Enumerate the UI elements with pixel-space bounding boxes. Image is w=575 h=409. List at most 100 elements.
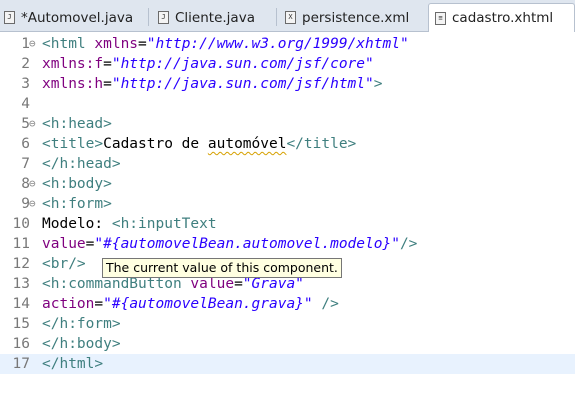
xml-file-icon: X bbox=[285, 11, 296, 24]
code-line[interactable]: 1 ⊖ <html xmlns="http://www.w3.org/1999/xh… bbox=[0, 34, 575, 54]
code-token: xmlns bbox=[94, 36, 139, 52]
code-line[interactable]: 15 </h:form> bbox=[0, 314, 575, 334]
code-line[interactable]: 2 xmlns:f="http://java.sun.com/jsf/core" bbox=[0, 54, 575, 74]
code-text: <title>Cadastro de automóvel</title> bbox=[42, 134, 356, 154]
line-number: 16 bbox=[12, 336, 30, 352]
code-text: Modelo: <h:inputText bbox=[42, 214, 217, 234]
code-token: value bbox=[190, 276, 235, 292]
code-line[interactable]: 9 ⊖ <h:form> bbox=[0, 194, 575, 214]
code-line[interactable]: 4 bbox=[0, 94, 575, 114]
tab-separator bbox=[276, 8, 277, 26]
code-token: <html bbox=[42, 36, 95, 52]
code-text: <h:form> bbox=[42, 194, 112, 214]
code-token: </h:body> bbox=[42, 336, 121, 352]
code-line[interactable]: 14 action="#{automovelBean.grava}" /> bbox=[0, 294, 575, 314]
editor-tab-bar: J *Automovel.java J Cliente.java X persi… bbox=[0, 0, 575, 32]
code-token: <h:form> bbox=[42, 196, 112, 212]
code-token: > bbox=[373, 76, 383, 92]
code-line[interactable]: 5 ⊖ <h:head> bbox=[0, 114, 575, 134]
code-token: "http://java.sun.com/jsf/core" bbox=[111, 56, 374, 72]
fold-toggle-icon[interactable]: ⊖ bbox=[29, 34, 41, 54]
code-token: <h:body> bbox=[42, 176, 112, 192]
line-number: 8 bbox=[21, 176, 30, 192]
code-token: value bbox=[42, 236, 86, 252]
line-number: 5 bbox=[21, 116, 30, 132]
code-token: = bbox=[103, 56, 112, 72]
code-token: automóvel bbox=[207, 136, 287, 152]
fold-toggle-icon[interactable]: ⊖ bbox=[29, 114, 41, 134]
code-line[interactable]: 10 Modelo: <h:inputText bbox=[0, 214, 575, 234]
line-number: 6 bbox=[21, 136, 30, 152]
code-token: Modelo: bbox=[42, 216, 112, 232]
line-number: 7 bbox=[21, 156, 30, 172]
code-token: <h:commandButton bbox=[42, 276, 191, 292]
java-file-icon: J bbox=[4, 11, 15, 24]
code-token: <title> bbox=[42, 136, 104, 152]
tab-separator bbox=[148, 8, 149, 26]
code-token: "http://www.w3.org/1999/xhtml" bbox=[146, 36, 409, 52]
code-token: <br/> bbox=[42, 256, 86, 272]
code-token: = bbox=[138, 36, 147, 52]
code-token: xmlns:f bbox=[42, 56, 104, 72]
line-number: 12 bbox=[12, 256, 30, 272]
code-token: /> bbox=[321, 296, 339, 312]
code-text: </h:body> bbox=[42, 334, 121, 354]
line-number: 2 bbox=[21, 56, 30, 72]
code-line[interactable]: 11 value="#{automovelBean.automovel.model… bbox=[0, 234, 575, 254]
code-line[interactable]: 8 ⊖ <h:body> bbox=[0, 174, 575, 194]
code-token: "#{automovelBean.grava}" bbox=[103, 296, 313, 312]
code-line[interactable]: 6 <title>Cadastro de automóvel</title> bbox=[0, 134, 575, 154]
code-token: <h:inputText bbox=[111, 216, 217, 232]
line-number: 1 bbox=[21, 36, 30, 52]
code-token: "#{automovelBean.automovel.modelo}" bbox=[94, 236, 400, 252]
code-text: xmlns:h="http://java.sun.com/jsf/html"> bbox=[42, 74, 382, 94]
code-text: <h:head> bbox=[42, 114, 112, 134]
code-token: Cadastro de bbox=[103, 136, 208, 152]
line-number: 17 bbox=[12, 356, 30, 372]
code-token: /> bbox=[399, 236, 418, 252]
tab-label: Cliente.java bbox=[175, 9, 255, 26]
line-number: 13 bbox=[12, 276, 30, 292]
code-token: = bbox=[103, 76, 112, 92]
code-text: </h:head> bbox=[42, 154, 121, 174]
code-text: </h:form> bbox=[42, 314, 121, 334]
code-token: <h:head> bbox=[42, 116, 112, 132]
code-text: value="#{automovelBean.automovel.modelo}… bbox=[42, 234, 417, 254]
code-text: <br/> bbox=[42, 254, 86, 274]
code-token: </html> bbox=[42, 356, 104, 372]
line-number: 9 bbox=[21, 196, 30, 212]
code-token: </h:form> bbox=[42, 316, 121, 332]
code-token: </h:head> bbox=[42, 156, 121, 172]
code-line[interactable]: 16 </h:body> bbox=[0, 334, 575, 354]
line-number: 15 bbox=[12, 316, 30, 332]
fold-toggle-icon[interactable]: ⊖ bbox=[29, 174, 41, 194]
code-token: "Grava" bbox=[242, 276, 304, 292]
xhtml-file-icon: ≡ bbox=[435, 11, 446, 25]
tab-persistence-xml[interactable]: X persistence.xml bbox=[285, 4, 409, 31]
code-token: </title> bbox=[286, 136, 357, 152]
tab-label: *Automovel.java bbox=[21, 9, 134, 26]
line-number: 4 bbox=[21, 96, 30, 112]
hover-tooltip: The current value of this component. bbox=[102, 258, 342, 278]
code-text: xmlns:f="http://java.sun.com/jsf/core" bbox=[42, 54, 374, 74]
code-line[interactable]: 7 </h:head> bbox=[0, 154, 575, 174]
code-token: xmlns:h bbox=[42, 76, 104, 92]
line-number: 11 bbox=[12, 236, 30, 252]
fold-toggle-icon[interactable]: ⊖ bbox=[29, 194, 41, 214]
code-token: = bbox=[234, 276, 243, 292]
code-token: action bbox=[42, 296, 95, 312]
line-number: 3 bbox=[21, 76, 30, 92]
code-editor[interactable]: 1 ⊖ <html xmlns="http://www.w3.org/1999/xh… bbox=[0, 32, 575, 409]
code-text: <h:body> bbox=[42, 174, 112, 194]
tab-label: persistence.xml bbox=[302, 9, 410, 26]
code-token: = bbox=[94, 296, 104, 312]
code-text: </html> bbox=[42, 354, 103, 374]
code-line[interactable]: 3 xmlns:h="http://java.sun.com/jsf/html"> bbox=[0, 74, 575, 94]
tab-automovel-java[interactable]: J *Automovel.java bbox=[4, 4, 133, 31]
tab-cadastro-xhtml[interactable]: ≡ cadastro.xhtml bbox=[428, 3, 575, 32]
code-token: "http://java.sun.com/jsf/html" bbox=[111, 76, 374, 92]
tab-cliente-java[interactable]: J Cliente.java bbox=[158, 4, 255, 31]
code-text: <html xmlns="http://www.w3.org/1999/xhtm… bbox=[42, 34, 409, 54]
line-number: 10 bbox=[12, 216, 30, 232]
code-line[interactable]: 17 </html> bbox=[0, 354, 575, 374]
